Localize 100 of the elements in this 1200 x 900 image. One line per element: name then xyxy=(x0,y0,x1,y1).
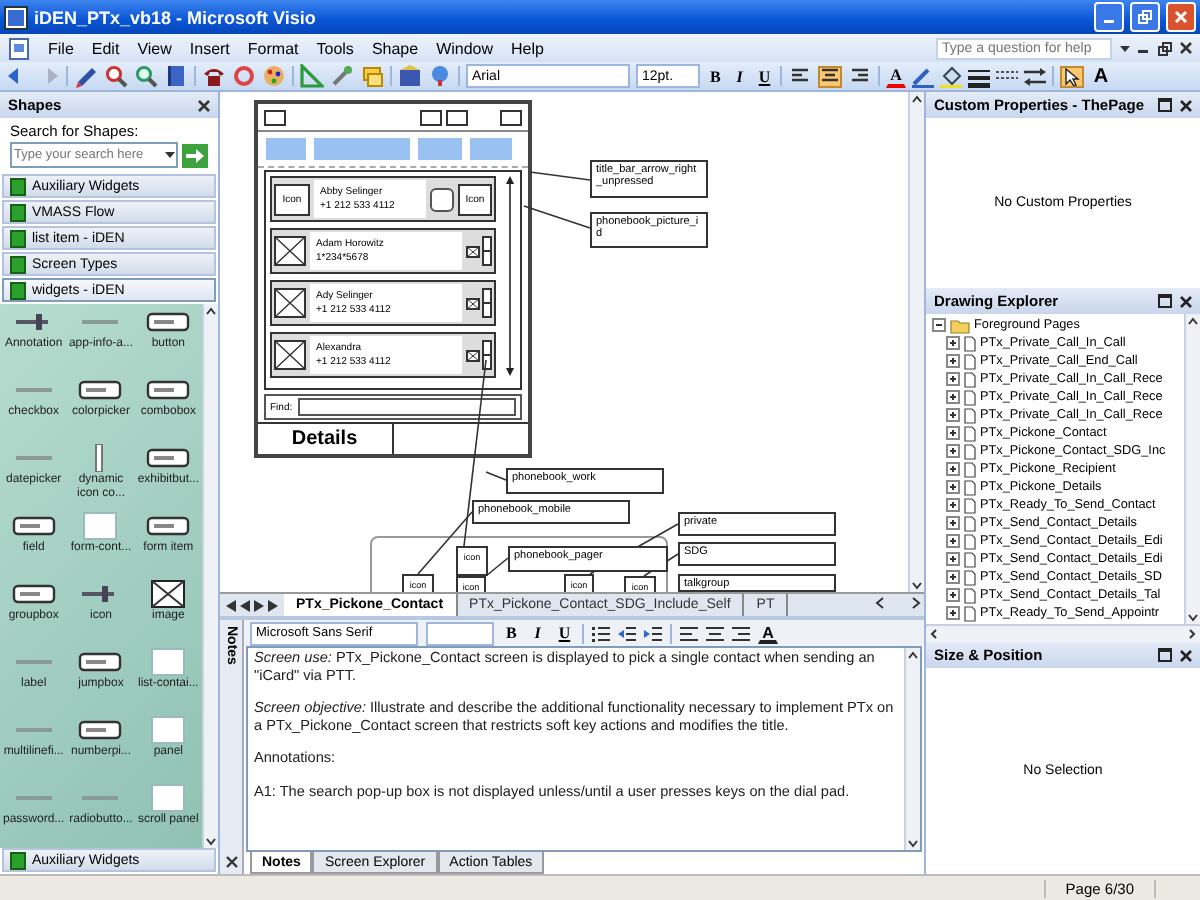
expand-toggle-icon[interactable] xyxy=(946,426,960,440)
scroll-down-icon[interactable] xyxy=(910,578,924,592)
expand-toggle-icon[interactable] xyxy=(946,480,960,494)
button-shape-icon[interactable] xyxy=(76,716,125,744)
menu-item[interactable]: Edit xyxy=(91,39,120,57)
expand-toggle-icon[interactable] xyxy=(946,606,960,620)
font-color-button[interactable]: A xyxy=(886,65,906,87)
menu-item[interactable]: File xyxy=(48,39,74,57)
button-shape-icon[interactable] xyxy=(144,376,193,404)
scroll-left-icon[interactable] xyxy=(872,594,888,612)
collapse-toggle-icon[interactable] xyxy=(932,318,946,332)
close-icon[interactable] xyxy=(1180,649,1192,661)
menu-item[interactable]: View xyxy=(137,39,172,57)
dropdown-caret-icon[interactable] xyxy=(1120,43,1130,53)
scroll-up-icon[interactable] xyxy=(1186,314,1200,328)
scroll-right-icon[interactable] xyxy=(1186,628,1198,640)
ring-icon[interactable] xyxy=(232,64,256,88)
first-page-arrow-icon[interactable] xyxy=(226,599,236,611)
font-color-button[interactable]: A xyxy=(758,622,778,644)
restore-icon[interactable] xyxy=(1158,41,1172,55)
expand-toggle-icon[interactable] xyxy=(946,498,960,512)
pointer-tool-button[interactable] xyxy=(1059,65,1084,87)
scroll-up-icon[interactable] xyxy=(204,304,218,318)
increase-indent-icon[interactable] xyxy=(644,625,663,641)
align-lines-icon[interactable] xyxy=(732,625,751,641)
palette-icon[interactable] xyxy=(262,64,286,88)
text-tool-button[interactable]: A xyxy=(1089,65,1113,87)
minimize-button[interactable] xyxy=(1094,2,1124,32)
align-button[interactable] xyxy=(818,65,843,87)
text-style-button[interactable]: U xyxy=(754,65,775,87)
button-shape-icon[interactable] xyxy=(9,512,58,540)
expand-toggle-icon[interactable] xyxy=(946,588,960,602)
menu-item[interactable]: Help xyxy=(511,39,544,57)
expand-toggle-icon[interactable] xyxy=(946,390,960,404)
expand-toggle-icon[interactable] xyxy=(946,444,960,458)
expand-toggle-icon[interactable] xyxy=(946,462,960,476)
button-shape-icon[interactable] xyxy=(144,512,193,540)
maximize-icon[interactable] xyxy=(1158,294,1172,308)
maximize-icon[interactable] xyxy=(1158,98,1172,112)
previous-page-arrow-icon[interactable] xyxy=(240,599,250,611)
fill-bucket-icon[interactable] xyxy=(939,65,962,87)
close-icon[interactable] xyxy=(1180,99,1192,111)
text-style-button[interactable]: I xyxy=(528,622,547,644)
scroll-left-icon[interactable] xyxy=(928,628,940,640)
text-style-button[interactable]: B xyxy=(706,65,725,87)
expand-toggle-icon[interactable] xyxy=(946,354,960,368)
line-weight-icon[interactable] xyxy=(967,65,990,87)
bullet-list-icon[interactable] xyxy=(592,625,611,641)
expand-toggle-icon[interactable] xyxy=(946,408,960,422)
scroll-down-icon[interactable] xyxy=(906,836,920,850)
align-button[interactable] xyxy=(848,65,873,87)
button-shape-icon[interactable] xyxy=(76,376,125,404)
scroll-up-icon[interactable] xyxy=(910,92,924,106)
box-icon[interactable] xyxy=(398,64,422,88)
close-button[interactable] xyxy=(1166,2,1196,32)
line-ends-icon[interactable] xyxy=(1023,65,1046,87)
expand-toggle-icon[interactable] xyxy=(946,516,960,530)
close-icon[interactable] xyxy=(198,99,210,111)
book-icon[interactable] xyxy=(164,64,188,88)
button-shape-icon[interactable] xyxy=(76,648,125,676)
restore-button[interactable] xyxy=(1130,2,1160,32)
scroll-down-icon[interactable] xyxy=(1186,610,1200,624)
text-style-button[interactable]: B xyxy=(502,622,521,644)
close-icon[interactable] xyxy=(1180,295,1192,307)
button-shape-icon[interactable] xyxy=(9,580,58,608)
expand-toggle-icon[interactable] xyxy=(946,336,960,350)
magnifier-icon[interactable] xyxy=(104,64,128,88)
scroll-up-icon[interactable] xyxy=(906,648,920,662)
menu-item[interactable]: Window xyxy=(436,39,494,57)
scroll-down-icon[interactable] xyxy=(204,834,218,848)
tool-icon[interactable] xyxy=(330,64,354,88)
scroll-right-icon[interactable] xyxy=(908,594,924,612)
visio-app-icon xyxy=(4,5,28,29)
expand-toggle-icon[interactable] xyxy=(946,534,960,548)
stack-icon[interactable] xyxy=(360,64,384,88)
dropdown-caret-icon[interactable] xyxy=(164,150,176,160)
align-lines-icon[interactable] xyxy=(680,625,699,641)
expand-toggle-icon[interactable] xyxy=(946,552,960,566)
expand-toggle-icon[interactable] xyxy=(946,372,960,386)
menu-item[interactable]: Shape xyxy=(371,39,419,57)
next-page-arrow-icon[interactable] xyxy=(254,599,264,611)
menu-item[interactable]: Format xyxy=(247,39,299,57)
maximize-icon[interactable] xyxy=(1158,648,1172,662)
text-style-button[interactable]: U xyxy=(554,622,575,644)
decrease-indent-icon[interactable] xyxy=(618,625,637,641)
align-lines-icon[interactable] xyxy=(706,625,725,641)
button-shape-icon[interactable] xyxy=(144,308,193,336)
line-color-icon[interactable] xyxy=(911,65,934,87)
text-style-button[interactable]: I xyxy=(730,65,749,87)
button-shape-icon[interactable] xyxy=(144,444,193,472)
menu-item[interactable]: Tools xyxy=(316,39,354,57)
pencil-icon[interactable] xyxy=(74,64,98,88)
expand-toggle-icon[interactable] xyxy=(946,570,960,584)
last-page-arrow-icon[interactable] xyxy=(268,599,278,611)
zoom-icon[interactable] xyxy=(134,64,158,88)
triangle-ruler-icon[interactable] xyxy=(300,64,324,88)
close-icon[interactable] xyxy=(225,856,237,868)
menu-item[interactable]: Insert xyxy=(189,39,230,57)
close-icon[interactable] xyxy=(1180,42,1192,54)
align-button[interactable] xyxy=(788,65,813,87)
